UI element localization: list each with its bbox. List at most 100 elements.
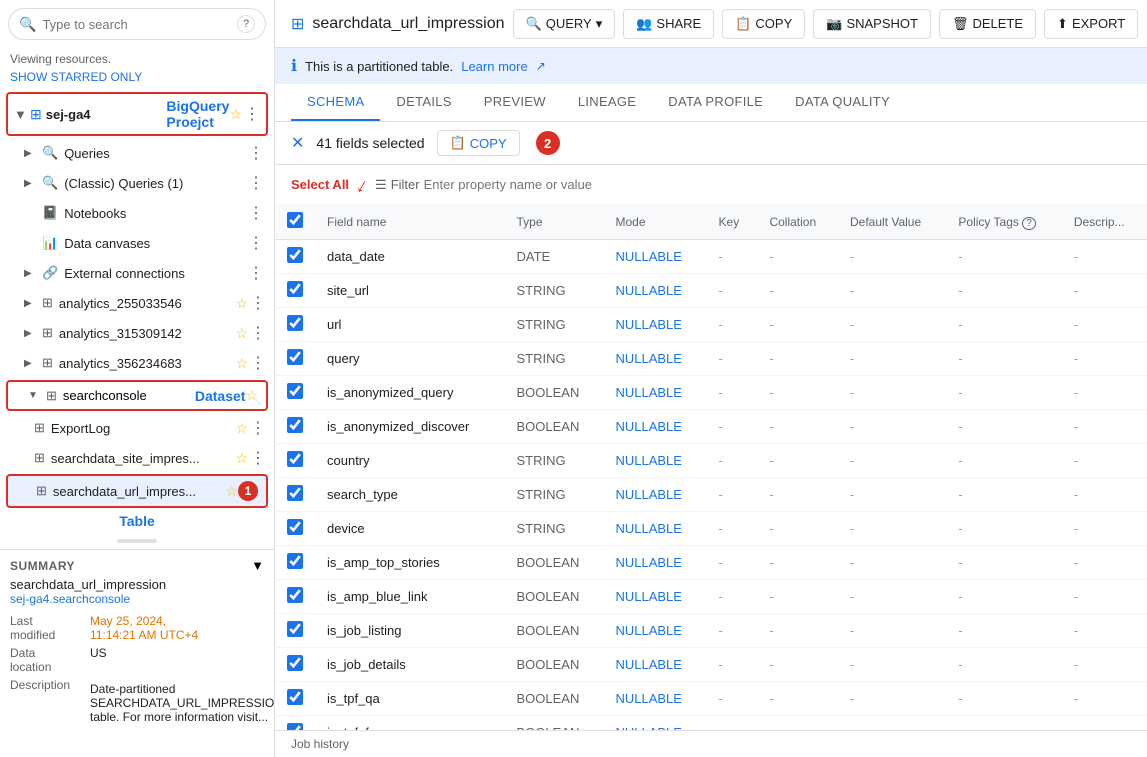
queries-more-icon[interactable]: ⋮: [246, 143, 264, 163]
summary-key-description: Description: [10, 678, 90, 724]
analytics-356-more-icon[interactable]: ⋮: [248, 353, 266, 373]
field-policy-tags-cell: -: [946, 546, 1061, 580]
field-mode-cell: NULLABLE: [603, 274, 706, 308]
notebooks-more-icon[interactable]: ⋮: [246, 203, 264, 223]
more-icon[interactable]: ⋮: [242, 104, 260, 124]
star-icon[interactable]: ☆: [235, 295, 248, 312]
help-icon[interactable]: ?: [237, 15, 255, 33]
field-collation-cell: -: [757, 682, 838, 716]
star-icon[interactable]: ☆: [229, 106, 242, 123]
field-collation-cell: -: [757, 308, 838, 342]
table-item-exportlog[interactable]: ⊞ ExportLog ☆ ⋮: [0, 413, 274, 443]
field-collation-cell: -: [757, 410, 838, 444]
export-button[interactable]: ⬆ EXPORT: [1044, 9, 1138, 39]
share-label: SHARE: [656, 16, 701, 31]
table-star-icon[interactable]: ☆: [225, 483, 238, 500]
field-default-value-cell: -: [838, 546, 946, 580]
row-checkbox[interactable]: [287, 451, 303, 467]
field-type-cell: STRING: [505, 512, 604, 546]
field-default-value-cell: -: [838, 648, 946, 682]
table-item-searchdata-site[interactable]: ⊞ searchdata_site_impres... ☆ ⋮: [0, 443, 274, 473]
table-more-icon[interactable]: ⋮: [248, 448, 266, 468]
filter-input[interactable]: [424, 177, 624, 192]
row-checkbox[interactable]: [287, 621, 303, 637]
nav-item-external-connections[interactable]: ▶ 🔗 External connections ⋮: [0, 258, 274, 288]
analytics-item-315[interactable]: ▶ ⊞ analytics_315309142 ☆ ⋮: [0, 318, 274, 348]
summary-collapse-icon[interactable]: ▼: [251, 558, 264, 573]
row-checkbox[interactable]: [287, 485, 303, 501]
expand-arrow-icon: ▶: [24, 328, 38, 339]
analytics-255-more-icon[interactable]: ⋮: [248, 293, 266, 313]
nav-item-notebooks[interactable]: 📓 Notebooks ⋮: [0, 198, 274, 228]
select-all-link[interactable]: Select All: [291, 177, 349, 192]
copy-button[interactable]: 📋 COPY: [722, 9, 805, 39]
field-collation-cell: -: [757, 274, 838, 308]
summary-section: SUMMARY ▼ searchdata_url_impression sej-…: [0, 549, 274, 736]
learn-more-link[interactable]: Learn more: [461, 59, 527, 74]
row-checkbox[interactable]: [287, 417, 303, 433]
share-button[interactable]: 👥 SHARE: [623, 9, 714, 39]
field-type-cell: BOOLEAN: [505, 580, 604, 614]
field-policy-tags-cell: -: [946, 240, 1061, 274]
job-history-bar: Job history: [275, 730, 1147, 757]
analytics-item-356[interactable]: ▶ ⊞ analytics_356234683 ☆ ⋮: [0, 348, 274, 378]
search-input[interactable]: [42, 17, 231, 32]
row-checkbox[interactable]: [287, 281, 303, 297]
tab-lineage[interactable]: LINEAGE: [562, 84, 652, 121]
field-collation-cell: -: [757, 512, 838, 546]
summary-description: Description Date-partitioned SEARCHDATA_…: [10, 678, 264, 724]
data-canvases-more-icon[interactable]: ⋮: [246, 233, 264, 253]
field-collation-cell: -: [757, 478, 838, 512]
nav-item-data-canvases[interactable]: 📊 Data canvases ⋮: [0, 228, 274, 258]
table-icon: ⊞: [34, 450, 45, 466]
delete-button[interactable]: 🗑 DELETE: [939, 9, 1036, 39]
show-starred-link[interactable]: SHOW STARRED ONLY: [0, 70, 274, 90]
table-item-searchdata-url[interactable]: ⊞ searchdata_url_impres... ☆ 1: [6, 474, 268, 508]
classic-queries-more-icon[interactable]: ⋮: [246, 173, 264, 193]
snapshot-button[interactable]: 📷 SNAPSHOT: [813, 9, 931, 39]
query-button[interactable]: 🔍 QUERY ▾: [513, 9, 616, 39]
tab-preview[interactable]: PREVIEW: [468, 84, 562, 121]
row-checkbox[interactable]: [287, 519, 303, 535]
tab-details[interactable]: DETAILS: [380, 84, 467, 121]
dataset-item-searchconsole[interactable]: ▼ ⊞ searchconsole Dataset ☆: [6, 380, 268, 411]
star-icon[interactable]: ☆: [235, 355, 248, 372]
field-default-value-cell: -: [838, 410, 946, 444]
field-collation-cell: -: [757, 580, 838, 614]
star-icon[interactable]: ☆: [235, 325, 248, 342]
table-more-icon[interactable]: ⋮: [248, 418, 266, 438]
tab-data-profile[interactable]: DATA PROFILE: [652, 84, 779, 121]
row-checkbox[interactable]: [287, 315, 303, 331]
external-connections-more-icon[interactable]: ⋮: [246, 263, 264, 283]
row-checkbox[interactable]: [287, 723, 303, 730]
copy-fields-button[interactable]: 📋 COPY: [437, 130, 520, 156]
table-star-icon[interactable]: ☆: [235, 450, 248, 467]
search-bar[interactable]: 🔍 ?: [8, 8, 266, 40]
row-checkbox[interactable]: [287, 349, 303, 365]
tab-schema[interactable]: SCHEMA: [291, 84, 380, 121]
analytics-315-more-icon[interactable]: ⋮: [248, 323, 266, 343]
row-checkbox[interactable]: [287, 655, 303, 671]
row-checkbox[interactable]: [287, 587, 303, 603]
row-checkbox[interactable]: [287, 553, 303, 569]
project-expand-icon[interactable]: ▼: [14, 107, 30, 122]
tab-data-quality[interactable]: DATA QUALITY: [779, 84, 906, 121]
summary-header[interactable]: SUMMARY ▼: [10, 558, 264, 573]
project-item[interactable]: ▼ ⊞ sej-ga4 BigQueryProejct ☆ ⋮: [6, 92, 268, 136]
field-key-cell: -: [707, 342, 758, 376]
row-checkbox[interactable]: [287, 247, 303, 263]
row-checkbox[interactable]: [287, 689, 303, 705]
select-all-checkbox[interactable]: [287, 212, 303, 228]
row-checkbox[interactable]: [287, 383, 303, 399]
field-type-cell: BOOLEAN: [505, 716, 604, 731]
analytics-item-255[interactable]: ▶ ⊞ analytics_255033546 ☆ ⋮: [0, 288, 274, 318]
nav-item-queries[interactable]: ▶ 🔍 Queries ⋮: [0, 138, 274, 168]
field-collation-cell: -: [757, 342, 838, 376]
table-star-icon[interactable]: ☆: [235, 420, 248, 437]
field-default-value-cell: -: [838, 376, 946, 410]
summary-last-modified: Lastmodified May 25, 2024,11:14:21 AM UT…: [10, 614, 264, 642]
nav-item-classic-queries[interactable]: ▶ 🔍 (Classic) Queries (1) ⋮: [0, 168, 274, 198]
dataset-star-icon[interactable]: ☆: [245, 387, 258, 404]
field-description-cell: -: [1062, 308, 1147, 342]
close-selection-button[interactable]: ✕: [291, 133, 304, 153]
